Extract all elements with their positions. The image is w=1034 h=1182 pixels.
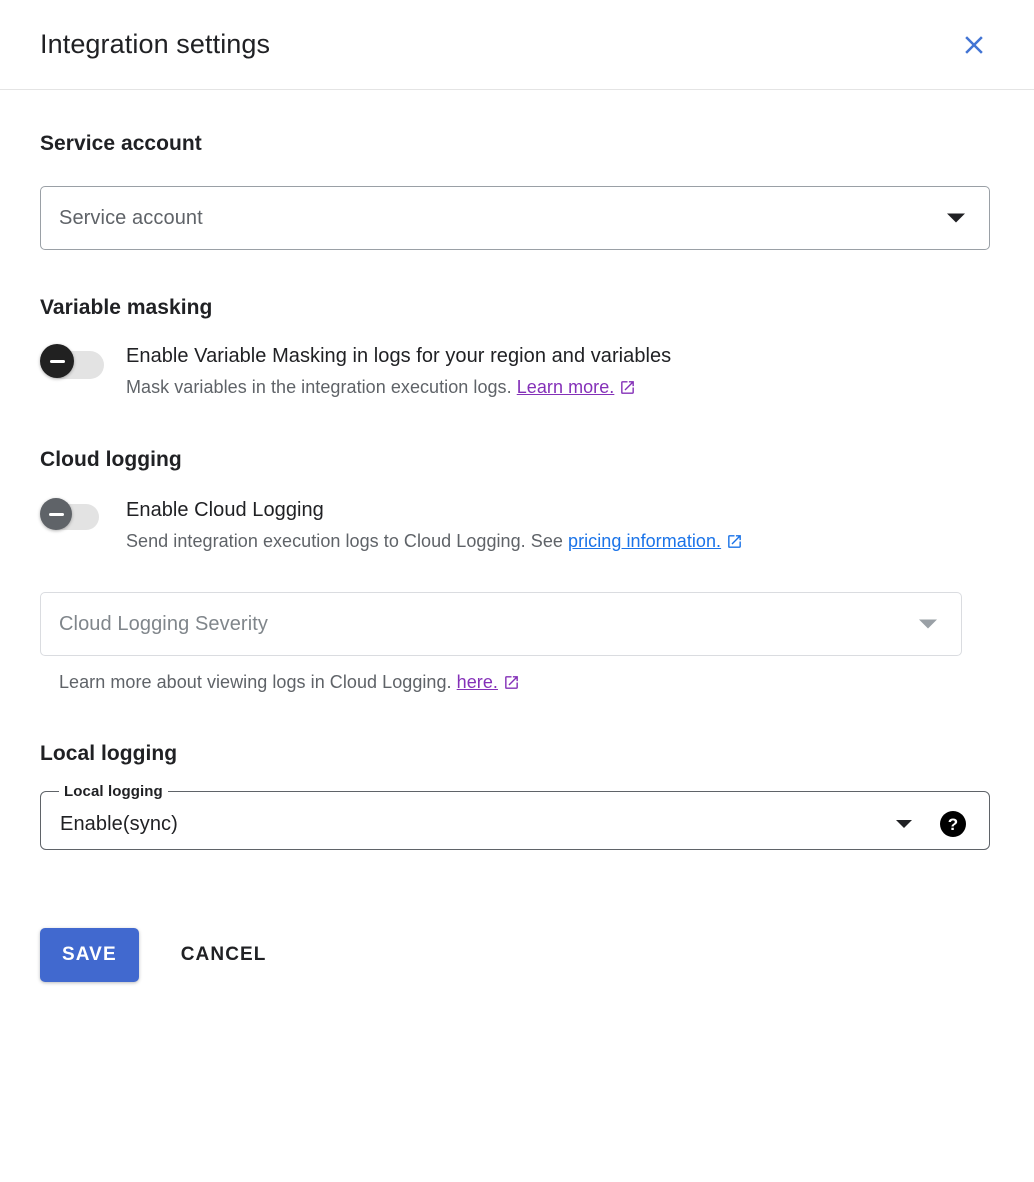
toggle-knob — [40, 344, 74, 378]
dialog-body: Service account Service account Variable… — [0, 132, 1034, 982]
service-account-select[interactable]: Service account — [40, 186, 990, 250]
chevron-down-icon — [947, 213, 965, 223]
chevron-down-icon — [919, 619, 937, 629]
toggle-knob — [40, 498, 72, 530]
variable-masking-texts: Enable Variable Masking in logs for your… — [126, 343, 671, 402]
section-heading-variable-masking: Variable masking — [40, 296, 213, 319]
section-heading-service-account: Service account — [40, 132, 202, 155]
open-in-new-icon — [726, 532, 743, 556]
save-button[interactable]: SAVE — [40, 928, 139, 982]
pricing-information-link[interactable]: pricing information. — [568, 531, 721, 551]
dialog-actions: SAVE CANCEL — [40, 928, 994, 982]
cloud-logging-row: Enable Cloud Logging Send integration ex… — [40, 497, 994, 556]
minus-icon — [48, 512, 64, 516]
open-in-new-icon — [619, 378, 636, 402]
help-icon[interactable]: ? — [940, 811, 966, 837]
cancel-button[interactable]: CANCEL — [163, 928, 285, 982]
close-icon — [959, 30, 989, 60]
open-in-new-icon — [503, 674, 520, 696]
cloud-logging-description: Send integration execution logs to Cloud… — [126, 529, 743, 556]
cloud-logging-texts: Enable Cloud Logging Send integration ex… — [126, 497, 743, 556]
service-account-select-value: Service account — [59, 206, 203, 229]
variable-masking-learn-more-link[interactable]: Learn more. — [517, 377, 615, 397]
cloud-logging-here-link[interactable]: here. — [457, 672, 498, 692]
integration-settings-dialog: Integration settings Service account Ser… — [0, 0, 1034, 1182]
cloud-logging-severity-value: Cloud Logging Severity — [59, 612, 268, 635]
cloud-logging-description-text: Send integration execution logs to Cloud… — [126, 531, 563, 551]
cloud-logging-helper-text: Learn more about viewing logs in Cloud L… — [59, 672, 994, 696]
cloud-logging-severity-select[interactable]: Cloud Logging Severity — [40, 592, 962, 656]
section-heading-cloud-logging: Cloud logging — [40, 448, 182, 471]
variable-masking-description-text: Mask variables in the integration execut… — [126, 377, 512, 397]
close-button[interactable] — [952, 23, 996, 67]
cloud-logging-helper-prefix: Learn more about viewing logs in Cloud L… — [59, 672, 452, 692]
chevron-down-icon — [896, 820, 912, 828]
page-title: Integration settings — [40, 29, 271, 59]
minus-icon — [49, 359, 65, 363]
cloud-logging-label: Enable Cloud Logging — [126, 499, 324, 521]
local-logging-value: Enable(sync) — [60, 812, 178, 835]
variable-masking-row: Enable Variable Masking in logs for your… — [40, 343, 994, 402]
variable-masking-label: Enable Variable Masking in logs for your… — [126, 345, 672, 367]
local-logging-select[interactable]: Enable(sync) ? — [40, 784, 990, 850]
cloud-logging-toggle[interactable] — [40, 498, 102, 530]
variable-masking-description: Mask variables in the integration execut… — [126, 375, 671, 402]
variable-masking-toggle[interactable] — [40, 344, 106, 379]
dialog-header: Integration settings — [0, 0, 1034, 90]
section-heading-local-logging: Local logging — [40, 742, 178, 765]
local-logging-field: Local logging Enable(sync) ? — [40, 784, 990, 850]
